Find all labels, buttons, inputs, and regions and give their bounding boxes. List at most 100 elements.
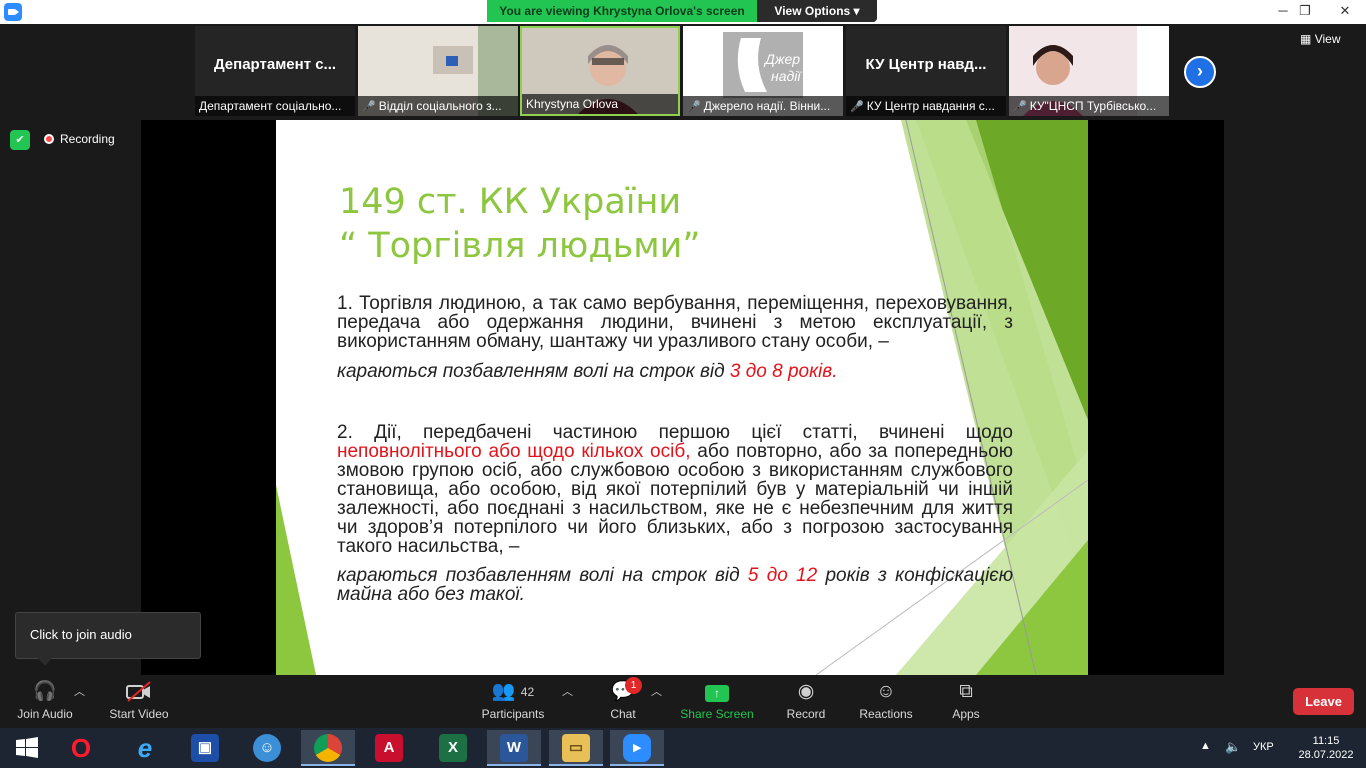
- acrobat-icon: A: [375, 734, 403, 762]
- view-layout-button[interactable]: ▦ View: [1300, 32, 1340, 46]
- svg-text:Джер: Джер: [763, 51, 800, 67]
- article-part-1: 1. Торгівля людиною, а так само вербуван…: [337, 293, 1013, 352]
- participant-tile[interactable]: Департамент с... Департамент соціально..…: [195, 26, 355, 116]
- participants-button[interactable]: 👥 42 Participants: [478, 680, 548, 721]
- participant-tile[interactable]: 🎤 Відділ соціального з...: [358, 26, 518, 116]
- reactions-button[interactable]: ☺ Reactions: [858, 680, 914, 721]
- smiley-plus-icon: ☺: [876, 681, 896, 702]
- participants-count: 42: [520, 685, 535, 699]
- participant-tile-active[interactable]: Khrystyna Orlova: [520, 26, 680, 116]
- window-titlebar: You are viewing Khrystyna Orlova's scree…: [0, 0, 1366, 24]
- viewing-banner: You are viewing Khrystyna Orlova's scree…: [487, 0, 757, 22]
- apps-label: Apps: [952, 707, 980, 721]
- recording-indicator[interactable]: Recording: [44, 132, 115, 146]
- taskbar-internet-explorer[interactable]: e: [118, 730, 172, 766]
- leave-button[interactable]: Leave: [1293, 688, 1354, 715]
- chat-label: Chat: [610, 707, 636, 721]
- share-screen-label: Share Screen: [680, 707, 754, 721]
- taskbar-zoom[interactable]: ▸: [610, 730, 664, 766]
- muted-mic-icon: 🎤: [362, 101, 376, 113]
- video-off-icon: [104, 680, 174, 704]
- participants-icon: 👥 42: [491, 681, 535, 702]
- language-indicator[interactable]: УКР: [1253, 741, 1274, 753]
- slide-title-line-2: “ Торгівля людьми”: [339, 226, 701, 266]
- record-icon: ◉: [797, 681, 815, 702]
- svg-text:надії: надії: [771, 68, 802, 84]
- share-screen-icon: ↑: [680, 680, 754, 704]
- zoom-logo-icon: [4, 3, 22, 21]
- article-part-2-penalty: караються позбавленням волі на строк від…: [337, 565, 1014, 605]
- article-part-1-penalty: караються позбавленням волі на строк від…: [337, 361, 838, 382]
- taskbar-acrobat[interactable]: A: [362, 730, 416, 766]
- participant-tile[interactable]: Джер надії 🎤 Джерело надії. Вінни...: [683, 26, 843, 116]
- record-button[interactable]: ◉ Record: [783, 680, 829, 721]
- system-clock[interactable]: 11:15 28.07.2022: [1296, 734, 1356, 762]
- messenger-icon: ☺: [253, 734, 281, 762]
- slide-title-line-1: 149 ст. КК України: [339, 182, 682, 222]
- taskbar-chrome[interactable]: [301, 730, 355, 766]
- slide-title: 149 ст. КК України “ Торгівля людьми”: [339, 180, 839, 268]
- taskbar-word[interactable]: W: [487, 730, 541, 766]
- floppy-disk-icon: ▣: [191, 734, 219, 762]
- word-icon: W: [500, 734, 528, 762]
- windows-start-icon: [16, 737, 38, 758]
- grid-icon: ▦: [1300, 32, 1312, 46]
- next-page-arrow-icon[interactable]: ›: [1184, 56, 1216, 88]
- join-audio-button[interactable]: 🎧 Join Audio: [12, 680, 78, 721]
- record-dot-icon: [44, 134, 54, 144]
- participants-label: Participants: [481, 707, 545, 721]
- record-label: Record: [786, 707, 826, 721]
- clock-time: 11:15: [1312, 735, 1340, 747]
- join-audio-tooltip[interactable]: Click to join audio: [15, 612, 201, 666]
- participant-caption: 🎤 Відділ соціального з...: [358, 96, 518, 116]
- meeting-toolbar: 🎧 Join Audio ︿ Start Video 👥 42 Particip…: [0, 675, 1366, 728]
- participant-name-large: Департамент с...: [213, 56, 337, 73]
- view-options-button[interactable]: View Options ▾: [757, 0, 877, 22]
- volume-icon[interactable]: 🔈: [1225, 739, 1241, 755]
- windows-taskbar: O e ▣ ☺ A X W ▭ ▸ ▲ 🔈 УКР: [0, 728, 1366, 768]
- muted-mic-icon: 🎤: [687, 101, 701, 113]
- taskbar-excel[interactable]: X: [426, 730, 480, 766]
- headphones-icon: 🎧: [33, 681, 57, 702]
- muted-mic-icon: 🎤: [850, 101, 864, 113]
- chat-options-chevron-icon[interactable]: ︿: [651, 683, 662, 699]
- close-button[interactable]: ✕: [1330, 0, 1360, 22]
- chat-unread-badge: 1: [625, 677, 642, 694]
- excel-icon: X: [439, 734, 467, 762]
- internet-explorer-icon: e: [137, 733, 153, 763]
- presentation-slide: 149 ст. КК України “ Торгівля людьми” 1.…: [276, 120, 1088, 675]
- start-video-button[interactable]: Start Video: [104, 680, 174, 721]
- join-audio-label: Join Audio: [17, 707, 73, 721]
- opera-icon: O: [70, 733, 92, 763]
- apps-button[interactable]: ⧉ Apps: [947, 680, 985, 721]
- security-shield-icon[interactable]: ✔: [10, 130, 30, 150]
- participant-tile[interactable]: 🎤 КУ"ЦНСП Турбівсько...: [1009, 26, 1169, 116]
- apps-icon: ⧉: [959, 681, 973, 702]
- zoom-icon: ▸: [623, 734, 651, 762]
- share-screen-button[interactable]: ↑ Share Screen: [680, 680, 754, 721]
- taskbar-save-app[interactable]: ▣: [178, 730, 232, 766]
- taskbar-messenger[interactable]: ☺: [240, 730, 294, 766]
- audio-options-chevron-icon[interactable]: ︿: [74, 683, 85, 699]
- participant-strip: Департамент с... Департамент соціально..…: [0, 24, 1366, 120]
- reactions-label: Reactions: [859, 707, 913, 721]
- maximize-button[interactable]: ❐: [1290, 0, 1320, 22]
- participant-caption: 🎤 Джерело надії. Вінни...: [683, 96, 843, 116]
- participant-caption: 🎤 КУ Центр навдання с...: [846, 96, 1006, 116]
- shared-screen-area: ✔ Recording 149 ст. КК України “ Торгівл…: [0, 120, 1366, 675]
- participant-name-large: КУ Центр навд...: [865, 56, 987, 73]
- participant-caption: Департамент соціально...: [195, 96, 355, 116]
- participant-caption: 🎤 КУ"ЦНСП Турбівсько...: [1009, 96, 1169, 116]
- tray-expand-chevron-icon[interactable]: ▲: [1200, 740, 1211, 752]
- participants-options-chevron-icon[interactable]: ︿: [562, 683, 573, 699]
- taskbar-file-explorer[interactable]: ▭: [549, 730, 603, 766]
- chrome-icon: [314, 734, 342, 762]
- taskbar-opera[interactable]: O: [54, 730, 108, 766]
- article-part-2: 2. Дії, передбачені частиною першою цієї…: [337, 422, 1013, 557]
- participant-tile[interactable]: КУ Центр навд... 🎤 КУ Центр навдання с...: [846, 26, 1006, 116]
- folder-icon: ▭: [562, 734, 590, 762]
- muted-mic-icon: 🎤: [1013, 101, 1027, 113]
- clock-date: 28.07.2022: [1298, 749, 1354, 761]
- participant-caption: Khrystyna Orlova: [522, 94, 678, 114]
- start-button[interactable]: [0, 730, 54, 766]
